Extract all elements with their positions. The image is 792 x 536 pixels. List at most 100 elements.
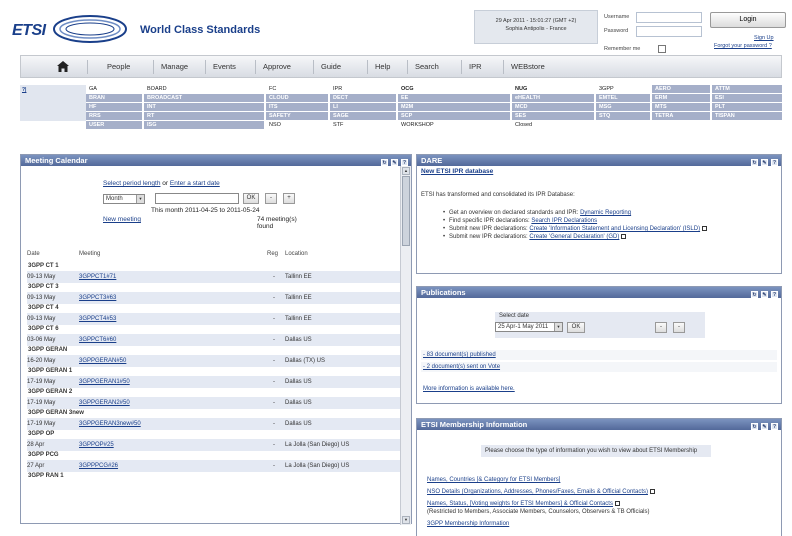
membership-link[interactable]: Names, Status, [Voting weights for ETSI … — [427, 501, 620, 507]
sitemap-item-isg[interactable]: ISG — [144, 121, 264, 129]
help-icon[interactable]: ? — [771, 159, 778, 166]
sitemap-item-ehealth[interactable]: eHEALTH — [512, 94, 594, 102]
nav-people[interactable]: People — [107, 62, 130, 71]
calendar-prev-button[interactable]: - — [265, 193, 277, 204]
dare-item-link[interactable]: Dynamic Reporting — [580, 210, 631, 216]
dare-item-link[interactable]: Create 'Information Statement and Licens… — [529, 226, 700, 232]
help-icon[interactable]: ? — [771, 423, 778, 430]
period-select[interactable]: Month ▼ — [103, 194, 145, 204]
sitemap-item-tispan[interactable]: TISPAN — [712, 112, 782, 120]
refresh-icon[interactable]: ↻ — [751, 291, 758, 298]
sitemap-item-dect[interactable]: DECT — [330, 94, 396, 102]
meeting-link[interactable]: 3GPPCT1#71 — [79, 271, 116, 283]
sitemap-item-erm[interactable]: ERM — [652, 94, 710, 102]
sitemap-item-stf[interactable]: STF — [330, 121, 396, 129]
etsi-logo[interactable]: ETSI — [4, 8, 134, 43]
home-icon[interactable] — [57, 61, 69, 72]
sitemap-item-tetra[interactable]: TETRA — [652, 112, 710, 120]
dare-item-link[interactable]: Create 'General Declaration' (GD) — [529, 234, 619, 240]
nav-ipr[interactable]: IPR — [469, 62, 482, 71]
sitemap-item-stq[interactable]: STQ — [596, 112, 650, 120]
nav-help[interactable]: Help — [375, 62, 390, 71]
sitemap-item-int[interactable]: INT — [144, 103, 264, 111]
sitemap-item-ga[interactable]: GA — [86, 85, 142, 93]
meeting-link[interactable]: 3GPPCT6#60 — [79, 334, 116, 346]
meeting-link[interactable]: 3GPPGERAN3new#50 — [79, 418, 141, 430]
sitemap-item-mcd[interactable]: MCD — [512, 103, 594, 111]
signup-link[interactable]: Sign Up — [754, 35, 774, 41]
edit-icon[interactable]: ✎ — [391, 159, 398, 166]
start-date-input[interactable] — [155, 193, 239, 204]
forgot-password-link[interactable]: Forgot your password ? — [714, 43, 772, 49]
refresh-icon[interactable]: ↻ — [751, 423, 758, 430]
sitemap-item-rrs[interactable]: RRS — [86, 112, 142, 120]
sitemap-item-msg[interactable]: MSG — [596, 103, 650, 111]
calendar-next-button[interactable]: + — [283, 193, 295, 204]
meeting-link[interactable]: 3GPPCT3#63 — [79, 292, 116, 304]
calendar-scrollbar[interactable]: ▲ ▼ — [400, 166, 411, 525]
calendar-ok-button[interactable]: OK — [243, 193, 259, 204]
published-docs-link[interactable]: - 83 document(s) published — [421, 350, 777, 360]
sitemap-item-nso[interactable]: NSO — [266, 121, 328, 129]
membership-link[interactable]: NSO Details (Organizations, Addresses, P… — [427, 489, 655, 495]
nav-webstore[interactable]: WEBstore — [511, 62, 545, 71]
sitemap-item-user[interactable]: USER — [86, 121, 142, 129]
membership-link[interactable]: Names, Countries [& Category for ETSI Me… — [427, 477, 560, 483]
sitemap-item-scp[interactable]: SCP — [398, 112, 510, 120]
sitemap-item-m2m[interactable]: M2M — [398, 103, 510, 111]
sitemap-help-icon[interactable]: ?| — [22, 87, 30, 95]
dare-item-link[interactable]: Search IPR Declarations — [531, 218, 597, 224]
sitemap-item-broadcast[interactable]: BROADCAST — [144, 94, 264, 102]
edit-icon[interactable]: ✎ — [761, 423, 768, 430]
enter-start-date-link[interactable]: Enter a start date — [170, 180, 220, 187]
sitemap-item-workshop[interactable]: WORKSHOP — [398, 121, 510, 129]
nav-guide[interactable]: Guide — [321, 62, 341, 71]
meeting-link[interactable]: 3GPPGERAN#50 — [79, 355, 126, 367]
nav-manage[interactable]: Manage — [161, 62, 188, 71]
sitemap-item-board[interactable]: BOARD — [144, 85, 264, 93]
sitemap-item-aero[interactable]: AERO — [652, 85, 710, 93]
publications-ok-button[interactable]: OK — [567, 322, 585, 333]
sitemap-item-emtel[interactable]: EMTEL — [596, 94, 650, 102]
sitemap-item-fc[interactable]: FC — [266, 85, 328, 93]
sitemap-item-cloud[interactable]: CLOUD — [266, 94, 328, 102]
refresh-icon[interactable]: ↻ — [751, 159, 758, 166]
sitemap-item-sage[interactable]: SAGE — [330, 112, 396, 120]
scroll-thumb[interactable] — [402, 176, 410, 246]
meeting-link[interactable]: 3GPPGERAN2#50 — [79, 397, 130, 409]
sitemap-item-ee[interactable]: EE — [398, 94, 510, 102]
membership-link[interactable]: 3GPP Membership Information — [427, 521, 509, 527]
sitemap-item-closed[interactable]: Closed — [512, 121, 594, 129]
new-meeting-link[interactable]: New meeting — [103, 216, 141, 223]
meeting-link[interactable]: 3GPPOP#25 — [79, 439, 114, 451]
remember-checkbox[interactable] — [658, 45, 666, 53]
sitemap-item-ocg[interactable]: OCG — [398, 85, 510, 93]
meeting-link[interactable]: 3GPPCT4#53 — [79, 313, 116, 325]
sitemap-item-esi[interactable]: ESI — [712, 94, 782, 102]
sitemap-item-rt[interactable]: RT — [144, 112, 264, 120]
sitemap-item-ses[interactable]: SES — [512, 112, 594, 120]
sitemap-item-li[interactable]: LI — [330, 103, 396, 111]
sitemap-item-3gpp[interactable]: 3GPP — [596, 85, 650, 93]
nav-search[interactable]: Search — [415, 62, 439, 71]
login-button[interactable]: Login — [710, 12, 786, 28]
sitemap-item-its[interactable]: ITS — [266, 103, 328, 111]
dare-headline-link[interactable]: New ETSI IPR database — [421, 168, 493, 175]
refresh-icon[interactable]: ↻ — [381, 159, 388, 166]
more-info-link[interactable]: More information is available here. — [423, 386, 515, 392]
sitemap-item-safety[interactable]: SAFETY — [266, 112, 328, 120]
username-input[interactable] — [636, 12, 702, 23]
sitemap-item-nug[interactable]: NUG — [512, 85, 594, 93]
sitemap-item-plt[interactable]: PLT — [712, 103, 782, 111]
publication-week-select[interactable]: 25 Apr-1 May 2011 ▼ — [495, 322, 563, 332]
help-icon[interactable]: ? — [771, 291, 778, 298]
nav-events[interactable]: Events — [213, 62, 236, 71]
sitemap-item-hf[interactable]: HF — [86, 103, 142, 111]
edit-icon[interactable]: ✎ — [761, 291, 768, 298]
select-period-link[interactable]: Select period length — [103, 180, 160, 187]
scroll-up-icon[interactable]: ▲ — [402, 167, 410, 175]
meeting-link[interactable]: 3GPPGERAN1#50 — [79, 376, 130, 388]
sitemap-item-ipr[interactable]: IPR — [330, 85, 396, 93]
sitemap-item-bran[interactable]: BRAN — [86, 94, 142, 102]
password-input[interactable] — [636, 26, 702, 37]
